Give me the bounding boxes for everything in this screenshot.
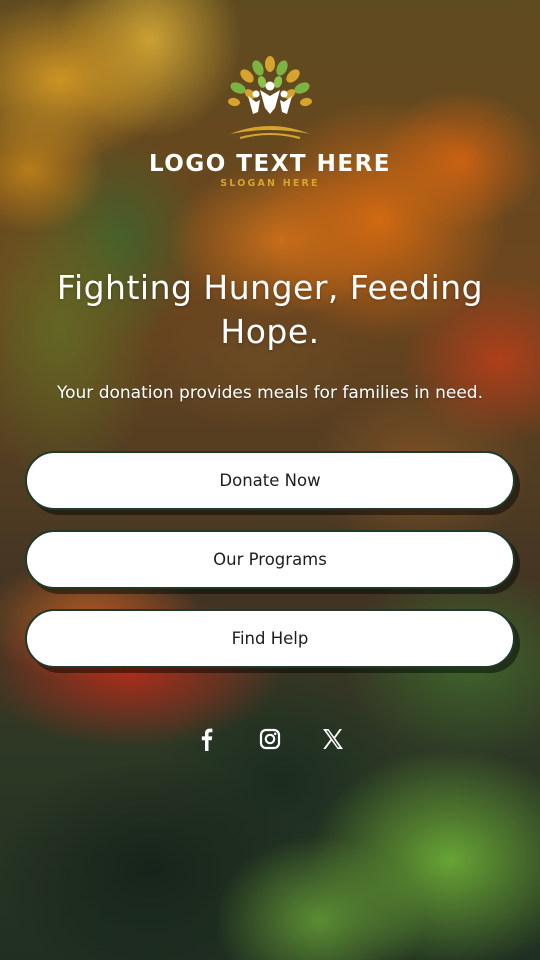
- logo-text: LOGO TEXT HERE: [148, 151, 392, 177]
- hero-subtext: Your donation provides meals for familie…: [57, 383, 483, 403]
- page-headline: Fighting Hunger, Feeding Hope.: [56, 268, 484, 351]
- social-links: [0, 724, 540, 754]
- facebook-icon[interactable]: [191, 724, 221, 754]
- x-twitter-icon[interactable]: [318, 724, 348, 754]
- tree-people-logo-icon: [228, 56, 312, 139]
- instagram-icon[interactable]: [255, 724, 285, 754]
- logo-slogan: SLOGAN HERE: [220, 178, 320, 189]
- donate-now-button[interactable]: Donate Now: [25, 451, 515, 510]
- find-help-button[interactable]: Find Help: [25, 609, 515, 668]
- logo: LOGO TEXT HERE SLOGAN HERE: [0, 56, 540, 190]
- our-programs-button[interactable]: Our Programs: [25, 530, 515, 589]
